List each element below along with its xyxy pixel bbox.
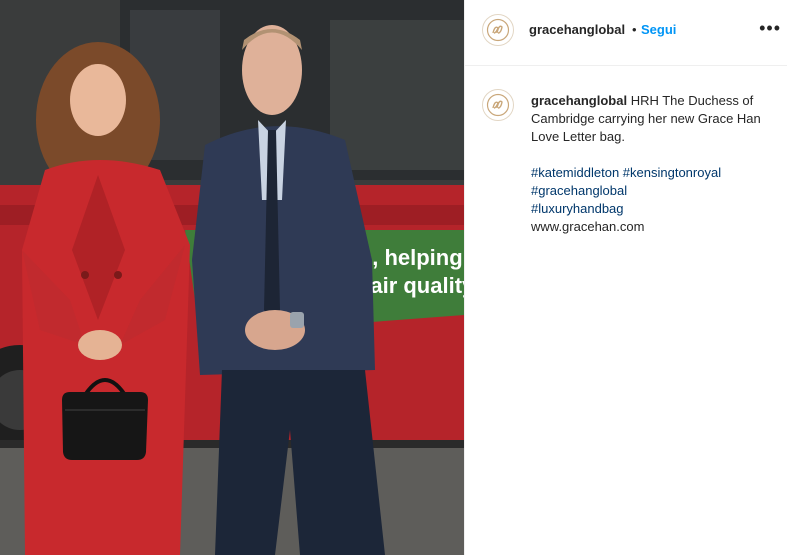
hashtag-link[interactable]: #gracehanglobal xyxy=(531,183,627,198)
bus-text-line1: s, helping xyxy=(360,245,463,270)
handbag xyxy=(62,378,148,460)
hashtag-link[interactable]: #luxuryhandbag xyxy=(531,201,624,216)
post-header: gracehanglobal • Segui ••• xyxy=(465,0,787,66)
caption-username[interactable]: gracehanglobal xyxy=(531,93,627,108)
gracehan-logo-icon xyxy=(486,18,510,42)
hashtag-link[interactable]: #kensingtonroyal xyxy=(623,165,721,180)
caption-avatar[interactable] xyxy=(482,89,514,121)
gracehan-logo-icon xyxy=(486,93,510,117)
post-sidebar: gracehanglobal • Segui ••• gracehangloba… xyxy=(464,0,787,555)
post-image[interactable]: s, helping e air quality xyxy=(0,0,464,555)
hashtags: #katemiddleton #kensingtonroyal #graceha… xyxy=(531,164,771,236)
hashtag-link[interactable]: #katemiddleton xyxy=(531,165,619,180)
header-username[interactable]: gracehanglobal xyxy=(529,22,625,37)
website-text: www.gracehan.com xyxy=(531,219,645,234)
follow-button[interactable]: Segui xyxy=(641,22,676,37)
separator-dot: • xyxy=(632,22,637,37)
caption-text: gracehanglobal HRH The Duchess of Cambri… xyxy=(531,92,771,236)
profile-avatar[interactable] xyxy=(482,14,514,46)
more-options-icon[interactable]: ••• xyxy=(759,18,781,39)
